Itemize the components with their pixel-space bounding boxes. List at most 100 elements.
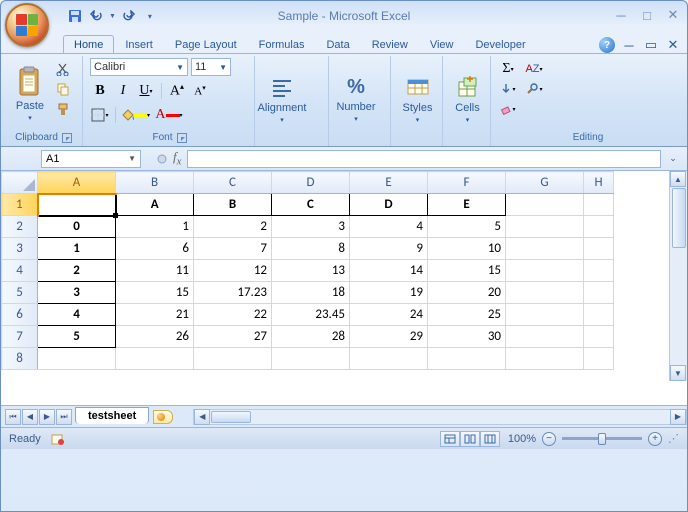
bold-button[interactable]: B bbox=[90, 82, 110, 100]
close-button[interactable]: ✕ bbox=[665, 7, 681, 23]
name-box[interactable]: A1▼ bbox=[41, 150, 141, 168]
cell-E2[interactable]: 4 bbox=[350, 216, 428, 238]
cell-C5[interactable]: 17.23 bbox=[194, 282, 272, 304]
styles-button[interactable]: Styles▾ bbox=[398, 58, 437, 141]
expand-formula-bar[interactable]: ⌄ bbox=[665, 151, 681, 167]
zoom-level[interactable]: 100% bbox=[508, 433, 536, 445]
cell-F2[interactable]: 5 bbox=[428, 216, 506, 238]
cell-A3[interactable]: 1 bbox=[38, 238, 116, 260]
fx-icon[interactable]: fx bbox=[173, 149, 181, 168]
cell-B5[interactable]: 15 bbox=[116, 282, 194, 304]
sheet-tab-testsheet[interactable]: testsheet bbox=[75, 407, 149, 424]
font-launcher[interactable] bbox=[177, 133, 187, 143]
cell-C1[interactable]: B bbox=[194, 194, 272, 216]
scroll-up-button[interactable]: ▲ bbox=[670, 171, 686, 187]
new-sheet-button[interactable] bbox=[153, 410, 173, 424]
clear-button[interactable]: ▾ bbox=[498, 100, 518, 118]
cell-E5[interactable]: 19 bbox=[350, 282, 428, 304]
cell-A6[interactable]: 4 bbox=[38, 304, 116, 326]
cell-B6[interactable]: 21 bbox=[116, 304, 194, 326]
cell-F1[interactable]: E bbox=[428, 194, 506, 216]
scroll-left-button[interactable]: ◀ bbox=[194, 409, 210, 425]
macro-record-icon[interactable] bbox=[51, 432, 65, 446]
row-header-8[interactable]: 8 bbox=[2, 348, 38, 370]
tab-data[interactable]: Data bbox=[315, 35, 360, 53]
view-normal-button[interactable] bbox=[440, 431, 460, 447]
number-button[interactable]: % Number▾ bbox=[336, 58, 376, 141]
cell-E1[interactable]: D bbox=[350, 194, 428, 216]
cell-C7[interactable]: 27 bbox=[194, 326, 272, 348]
cell-C3[interactable]: 7 bbox=[194, 238, 272, 260]
cell-D2[interactable]: 3 bbox=[272, 216, 350, 238]
row-header-6[interactable]: 6 bbox=[2, 304, 38, 326]
col-header-H[interactable]: H bbox=[584, 172, 614, 194]
alignment-button[interactable]: Alignment▾ bbox=[262, 58, 302, 141]
h-scroll-thumb[interactable] bbox=[211, 411, 251, 423]
cell-D4[interactable]: 13 bbox=[272, 260, 350, 282]
zoom-slider[interactable] bbox=[562, 437, 642, 440]
tab-nav-first[interactable]: ⏮ bbox=[5, 409, 21, 425]
cell-E3[interactable]: 9 bbox=[350, 238, 428, 260]
underline-button[interactable]: U▾ bbox=[136, 82, 156, 100]
tab-nav-next[interactable]: ▶ bbox=[39, 409, 55, 425]
tab-formulas[interactable]: Formulas bbox=[248, 35, 316, 53]
tab-view[interactable]: View bbox=[419, 35, 465, 53]
cell-H8[interactable] bbox=[584, 348, 614, 370]
shrink-font-button[interactable]: A▾ bbox=[190, 82, 210, 100]
cell-C8[interactable] bbox=[194, 348, 272, 370]
cell-A5[interactable]: 3 bbox=[38, 282, 116, 304]
minimize-button[interactable]: ─ bbox=[613, 7, 629, 23]
redo-button[interactable] bbox=[118, 6, 138, 26]
cell-G8[interactable] bbox=[506, 348, 584, 370]
zoom-in-button[interactable]: + bbox=[648, 432, 662, 446]
cell-D7[interactable]: 28 bbox=[272, 326, 350, 348]
cell-H1[interactable] bbox=[584, 194, 614, 216]
cell-F3[interactable]: 10 bbox=[428, 238, 506, 260]
cell-A8[interactable] bbox=[38, 348, 116, 370]
cell-A4[interactable]: 2 bbox=[38, 260, 116, 282]
font-size-combo[interactable]: 11▼ bbox=[191, 58, 231, 76]
save-button[interactable] bbox=[65, 6, 85, 26]
cell-F6[interactable]: 25 bbox=[428, 304, 506, 326]
sort-filter-button[interactable]: AZ▾ bbox=[521, 60, 547, 78]
cell-B7[interactable]: 26 bbox=[116, 326, 194, 348]
cell-G1[interactable] bbox=[506, 194, 584, 216]
format-painter-button[interactable] bbox=[53, 100, 73, 118]
v-scroll-thumb[interactable] bbox=[672, 188, 686, 248]
col-header-F[interactable]: F bbox=[428, 172, 506, 194]
row-header-1[interactable]: 1 bbox=[2, 194, 38, 216]
tab-review[interactable]: Review bbox=[361, 35, 419, 53]
tab-developer[interactable]: Developer bbox=[464, 35, 536, 53]
cell-H6[interactable] bbox=[584, 304, 614, 326]
cell-H7[interactable] bbox=[584, 326, 614, 348]
find-select-button[interactable]: ▾ bbox=[521, 80, 547, 98]
col-header-C[interactable]: C bbox=[194, 172, 272, 194]
cell-A7[interactable]: 5 bbox=[38, 326, 116, 348]
cell-E7[interactable]: 29 bbox=[350, 326, 428, 348]
fill-button[interactable]: ▾ bbox=[498, 80, 518, 98]
cell-G6[interactable] bbox=[506, 304, 584, 326]
view-page-layout-button[interactable] bbox=[460, 431, 480, 447]
col-header-B[interactable]: B bbox=[116, 172, 194, 194]
copy-button[interactable] bbox=[53, 80, 73, 98]
tab-nav-prev[interactable]: ◀ bbox=[22, 409, 38, 425]
cell-E6[interactable]: 24 bbox=[350, 304, 428, 326]
cells-button[interactable]: Cells▾ bbox=[450, 58, 485, 141]
cell-F7[interactable]: 30 bbox=[428, 326, 506, 348]
help-button[interactable]: ? bbox=[599, 37, 615, 53]
cell-F5[interactable]: 20 bbox=[428, 282, 506, 304]
autosum-button[interactable]: Σ▾ bbox=[498, 60, 518, 78]
row-header-7[interactable]: 7 bbox=[2, 326, 38, 348]
font-family-combo[interactable]: Calibri▼ bbox=[90, 58, 188, 76]
cell-B2[interactable]: 1 bbox=[116, 216, 194, 238]
formula-bar[interactable] bbox=[187, 150, 661, 168]
select-all-corner[interactable] bbox=[2, 172, 38, 194]
cell-A2[interactable]: 0 bbox=[38, 216, 116, 238]
cell-H3[interactable] bbox=[584, 238, 614, 260]
tab-home[interactable]: Home bbox=[63, 35, 114, 53]
cell-D8[interactable] bbox=[272, 348, 350, 370]
cell-C4[interactable]: 12 bbox=[194, 260, 272, 282]
cell-C2[interactable]: 2 bbox=[194, 216, 272, 238]
mdi-minimize[interactable]: ─ bbox=[621, 37, 637, 53]
cell-E4[interactable]: 14 bbox=[350, 260, 428, 282]
